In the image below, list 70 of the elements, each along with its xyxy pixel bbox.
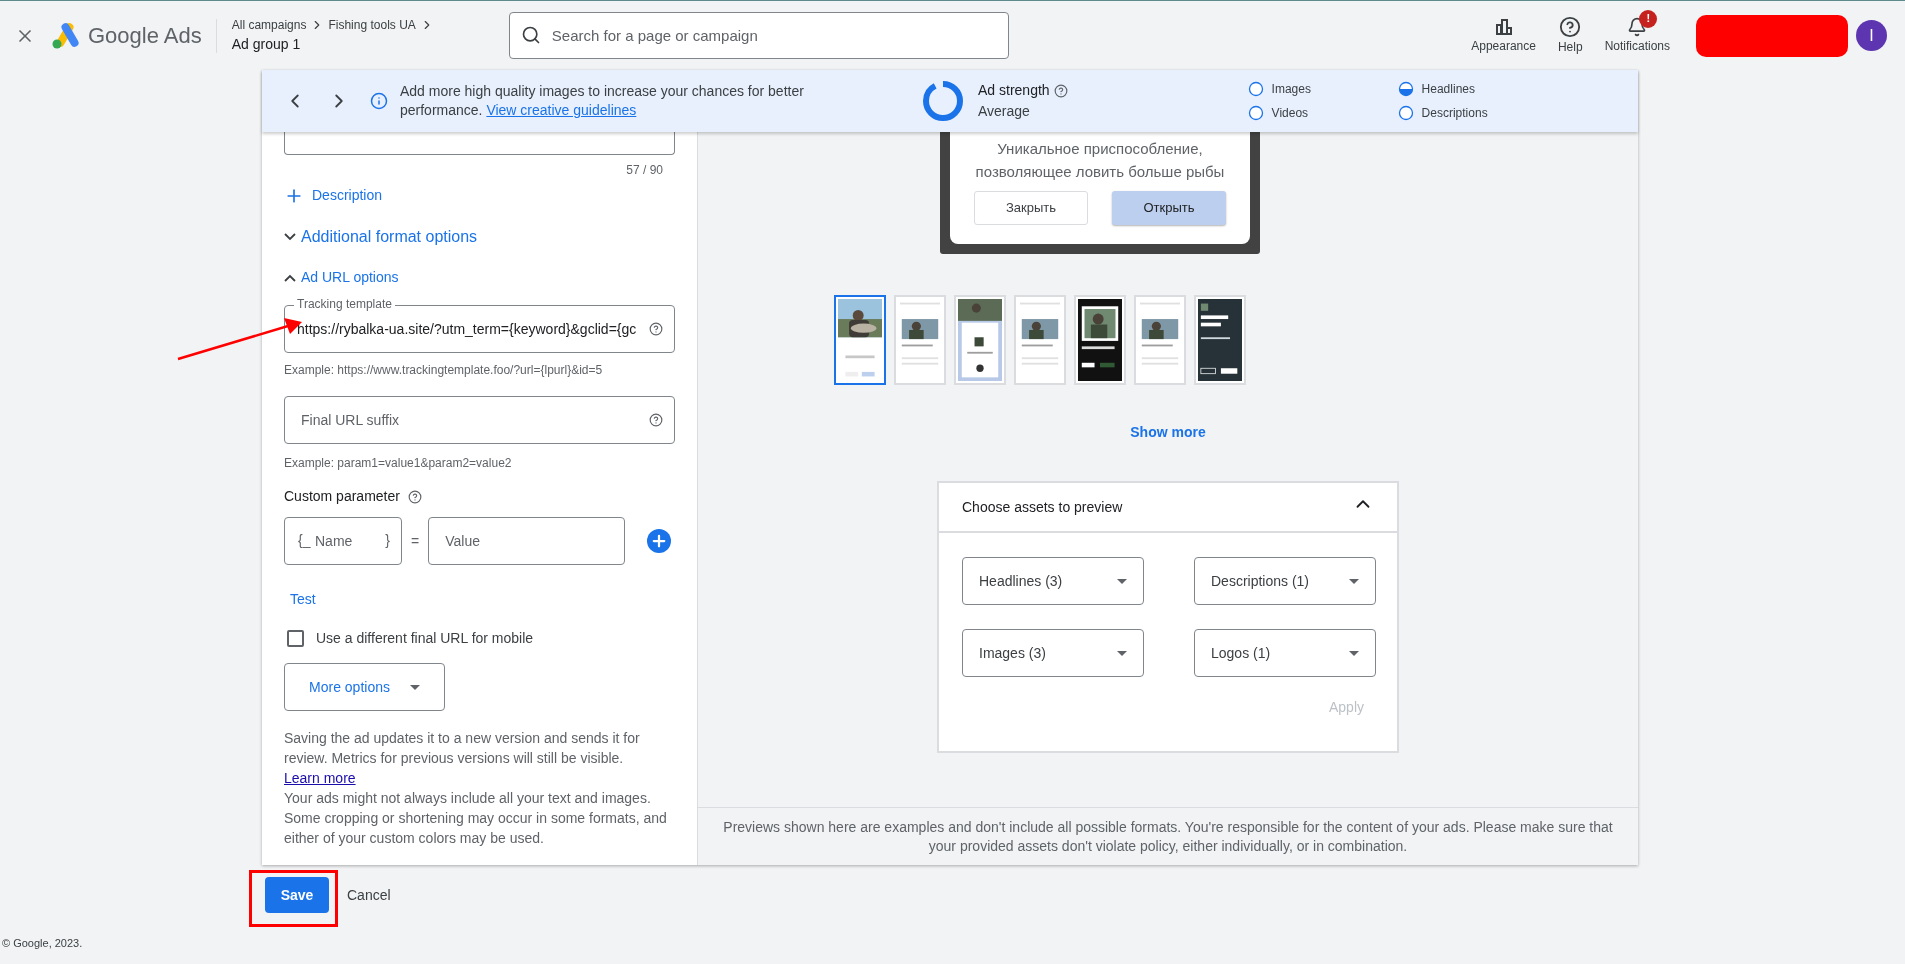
search-icon (520, 25, 541, 45)
brace-prefix: {_ (298, 531, 311, 549)
ad-description: Уникальное приспособление, позволяющее ловить больше рыбы (974, 139, 1226, 182)
banner-message: Add more high quality images to increase your chances for better performance. View creative guidelines (400, 82, 805, 120)
field-label: Tracking template (294, 297, 395, 311)
dropdown-arrow-icon (1117, 578, 1127, 584)
character-count: 57 / 90 (626, 162, 663, 179)
example-text: Example: https://www.trackingtemplate.foo/?url={lpurl}&id=5 (284, 362, 604, 379)
equals-sign: = (411, 531, 420, 551)
product-name: Google Ads (88, 22, 202, 50)
cancel-button[interactable]: Cancel (347, 884, 391, 906)
save-button[interactable]: Save (265, 877, 329, 913)
add-parameter-button[interactable] (647, 529, 672, 553)
asset-select[interactable]: Headlines (3) (962, 557, 1144, 605)
help-icon (1559, 15, 1582, 38)
dropdown-arrow-icon (1117, 650, 1127, 656)
strength-value: Average (978, 102, 1031, 121)
dropdown-arrow-icon (409, 684, 420, 690)
checklist-label: Images (1271, 81, 1311, 98)
ad-button[interactable]: Закрыть (974, 191, 1088, 225)
help-icon (407, 489, 422, 504)
show-more-button[interactable]: Show more (1130, 422, 1206, 443)
asset-select[interactable]: Logos (1) (1194, 629, 1376, 677)
checkbox[interactable] (287, 630, 304, 647)
checkbox-label: Use a different final URL for mobile (316, 629, 534, 648)
example-text: Example: param1=value1&param2=value2 (284, 455, 513, 472)
ad-button[interactable]: Открыть (1112, 191, 1226, 225)
more-options-button[interactable]: More options (284, 663, 445, 711)
info-icon (370, 92, 388, 110)
breadcrumb-link[interactable]: Fishing tools UA (328, 16, 416, 34)
display-notice: Your ads might not always include all your text and images. Some cropping or shortening may occur in some formats, and either of your custom colors may be used. (284, 789, 668, 848)
help-icon (649, 322, 663, 336)
notification-badge: ! (1639, 9, 1658, 28)
strength-label: Ad strength (978, 81, 1050, 100)
bar-chart-icon (1493, 16, 1514, 37)
test-link[interactable]: Test (290, 589, 316, 610)
section-toggle[interactable]: Ad URL options (284, 267, 399, 288)
final-url-suffix-field[interactable]: Final URL suffix (284, 396, 675, 444)
avatar[interactable]: I (1856, 20, 1887, 51)
header-action-button[interactable]: Appearance (1467, 16, 1540, 55)
logo-icon (52, 22, 80, 49)
checklist-label: Videos (1271, 105, 1309, 122)
bell-icon (1627, 16, 1648, 37)
save-notice: Saving the ad updates it to a new version and sends it for review. Metrics for previous versions will still be visible. (284, 729, 641, 768)
search-field[interactable]: Search for a page or campaign (508, 12, 1009, 59)
help-icon (649, 413, 663, 427)
asset-select[interactable]: Descriptions (1) (1194, 557, 1376, 605)
section-toggle[interactable]: Additional format options (284, 225, 478, 249)
strength-ring-icon (922, 80, 964, 122)
add-description-button[interactable]: Description (284, 185, 383, 206)
guidelines-link[interactable]: View creative guidelines (486, 102, 637, 118)
chevron-up-icon (284, 273, 296, 282)
text-field[interactable] (284, 132, 675, 155)
dropdown-arrow-icon (1349, 578, 1359, 584)
copyright: © Google, 2023. (2, 936, 84, 951)
disclaimer-text: Previews shown here are examples and don't include all possible formats. You're responsible for the content of your ads. Please make sure that your provided assets don't violate policy, either individually, or in combination. (722, 817, 1614, 856)
checklist-label: Headlines (1421, 81, 1475, 98)
header-action-button[interactable]: Help (1553, 15, 1587, 56)
learn-more-link[interactable]: Learn more (284, 768, 356, 788)
brace-suffix: } (385, 531, 390, 549)
breadcrumb-link[interactable]: All campaigns (231, 16, 307, 34)
dropdown-arrow-icon (1349, 650, 1359, 656)
help-icon (1053, 83, 1068, 98)
checklist-label: Descriptions (1421, 105, 1488, 122)
page-title: Ad group 1 (231, 35, 302, 54)
asset-select[interactable]: Images (3) (962, 629, 1144, 677)
parameter-value-field[interactable]: Value (428, 517, 626, 565)
card-title: Choose assets to preview (962, 497, 1123, 517)
chevron-down-icon (284, 233, 296, 241)
custom-parameter-label: Custom parameter (284, 487, 400, 506)
